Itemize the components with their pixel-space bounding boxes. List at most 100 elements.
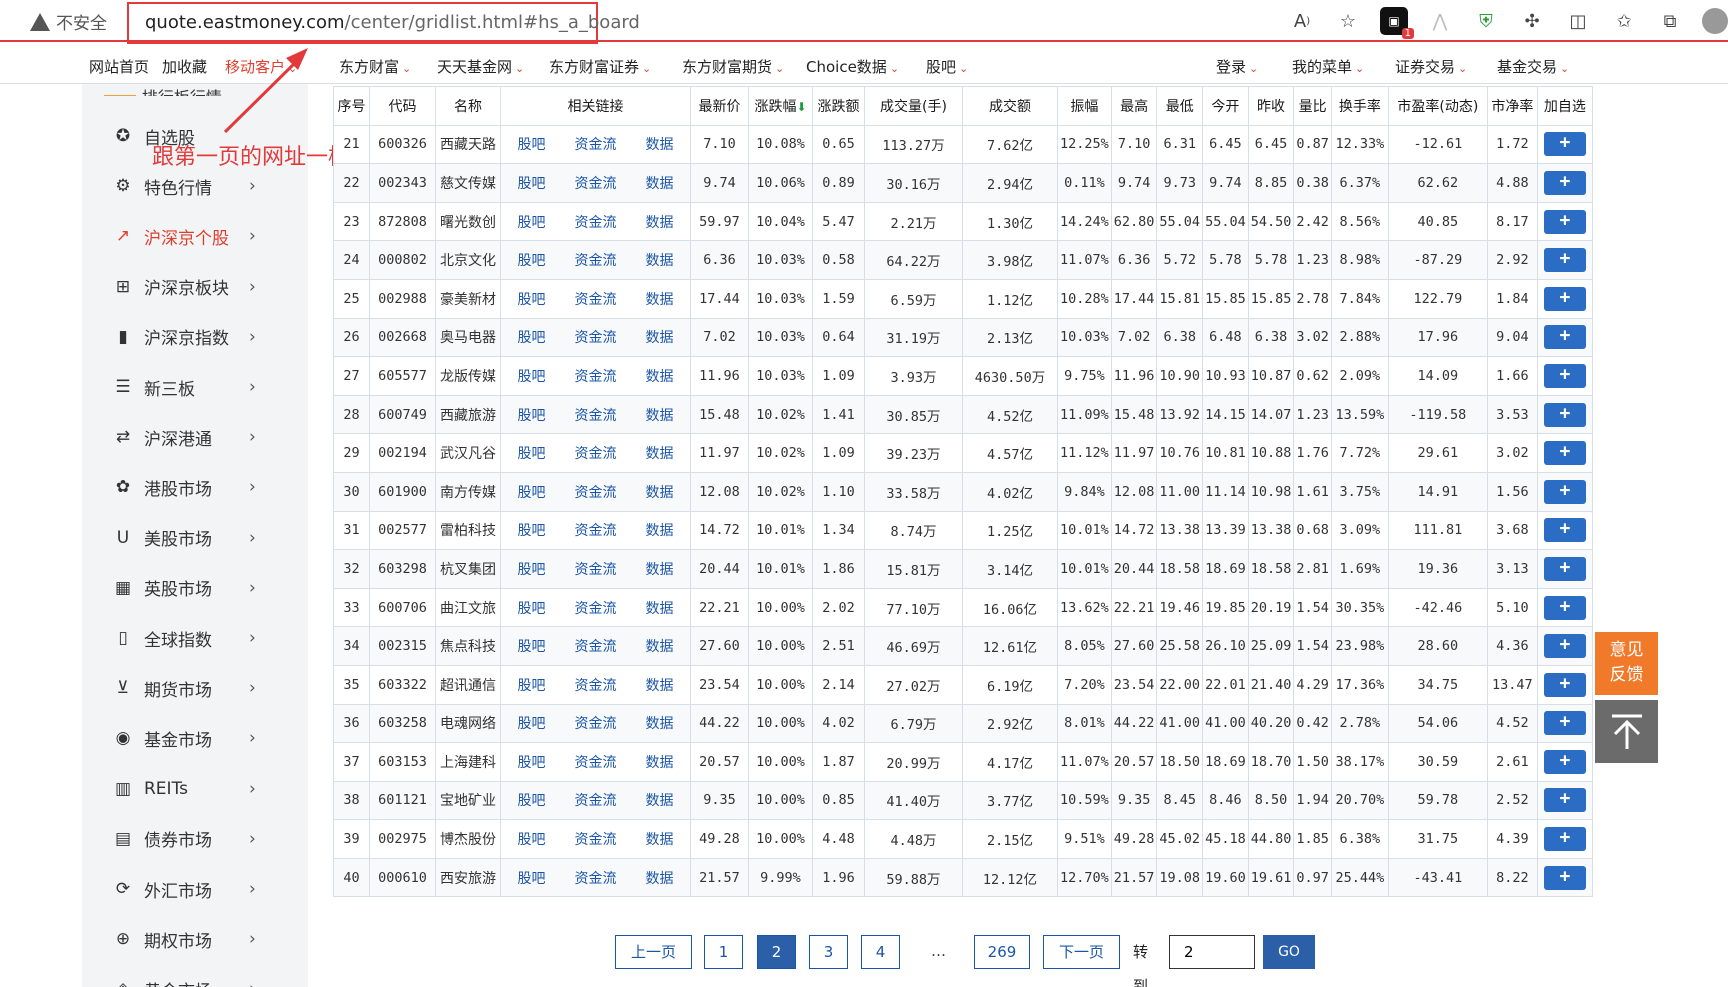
- fund-flow-link[interactable]: 资金流: [575, 598, 617, 618]
- add-watchlist-button[interactable]: +: [1543, 827, 1586, 852]
- column-header[interactable]: 成交额: [962, 86, 1058, 126]
- column-header[interactable]: 今开: [1202, 86, 1249, 126]
- sidebar-item[interactable]: ▦ 英股市场 ›: [82, 568, 308, 608]
- next-page-button[interactable]: 下一页: [1043, 935, 1120, 969]
- guba-link[interactable]: 股吧: [518, 520, 546, 540]
- fund-flow-link[interactable]: 资金流: [575, 790, 617, 810]
- data-link[interactable]: 数据: [646, 598, 674, 618]
- add-watchlist-button[interactable]: +: [1543, 325, 1586, 350]
- fund-flow-link[interactable]: 资金流: [575, 250, 617, 270]
- column-header[interactable]: 涨跌额: [812, 86, 865, 126]
- data-link[interactable]: 数据: [646, 134, 674, 154]
- fund-flow-link[interactable]: 资金流: [575, 482, 617, 502]
- stock-code-link[interactable]: 002988: [369, 278, 436, 319]
- fund-flow-link[interactable]: 资金流: [575, 327, 617, 347]
- guba-link[interactable]: 股吧: [518, 212, 546, 232]
- nav-item[interactable]: 登录 ⌄: [1216, 56, 1258, 77]
- sidebar-item[interactable]: ⚙ 特色行情 ›: [82, 166, 308, 206]
- fund-flow-link[interactable]: 资金流: [575, 520, 617, 540]
- fund-flow-link[interactable]: 资金流: [575, 868, 617, 888]
- nav-item[interactable]: 东方财富 ⌄: [339, 56, 411, 77]
- data-link[interactable]: 数据: [646, 713, 674, 733]
- back-to-top-button[interactable]: [1595, 700, 1658, 763]
- sidebar-item[interactable]: ▤ 债券市场 ›: [82, 819, 308, 859]
- stock-name-link[interactable]: 西安旅游: [435, 857, 501, 898]
- nav-item[interactable]: 加收藏: [162, 56, 207, 77]
- sidebar-item[interactable]: ▮ 沪深京指数 ›: [82, 317, 308, 357]
- column-header[interactable]: 昨收: [1247, 86, 1295, 126]
- stock-code-link[interactable]: 603298: [369, 549, 436, 589]
- stock-name-link[interactable]: 西藏旅游: [435, 394, 501, 435]
- favorite-add-icon[interactable]: ☆: [1334, 7, 1362, 35]
- stock-name-link[interactable]: 曲江文旅: [435, 587, 501, 628]
- guba-link[interactable]: 股吧: [518, 713, 546, 733]
- data-link[interactable]: 数据: [646, 868, 674, 888]
- data-link[interactable]: 数据: [646, 675, 674, 695]
- sidebar-item[interactable]: ⊕ 期权市场 ›: [82, 919, 308, 959]
- nav-item[interactable]: 基金交易 ⌄: [1497, 56, 1569, 77]
- extension-icon[interactable]: ▣ 1: [1380, 7, 1414, 39]
- fund-flow-link[interactable]: 资金流: [575, 559, 617, 579]
- sidebar-item[interactable]: ⊞ 沪深京板块 ›: [82, 267, 308, 307]
- guba-link[interactable]: 股吧: [518, 250, 546, 270]
- add-watchlist-button[interactable]: +: [1543, 749, 1586, 774]
- fund-flow-link[interactable]: 资金流: [575, 289, 617, 309]
- data-link[interactable]: 数据: [646, 212, 674, 232]
- stock-name-link[interactable]: 慈文传媒: [435, 163, 501, 203]
- page-button-1[interactable]: 1: [704, 935, 743, 969]
- stock-code-link[interactable]: 002343: [369, 163, 436, 203]
- column-header[interactable]: 成交量(手): [864, 86, 963, 126]
- stock-name-link[interactable]: 超讯通信: [435, 664, 501, 705]
- fund-flow-link[interactable]: 资金流: [575, 443, 617, 463]
- fund-flow-link[interactable]: 资金流: [575, 405, 617, 425]
- add-watchlist-button[interactable]: +: [1543, 402, 1586, 427]
- nav-item[interactable]: Choice数据 ⌄: [806, 56, 899, 77]
- sidebar-item[interactable]: U 美股市场 ›: [82, 518, 308, 558]
- add-watchlist-button[interactable]: +: [1543, 441, 1586, 466]
- sidebar-item[interactable]: ◈ 黄金市场 ›: [82, 969, 308, 987]
- stock-code-link[interactable]: 002668: [369, 317, 436, 358]
- read-aloud-icon[interactable]: A): [1288, 7, 1316, 35]
- add-watchlist-button[interactable]: +: [1543, 672, 1586, 697]
- data-link[interactable]: 数据: [646, 289, 674, 309]
- fund-flow-link[interactable]: 资金流: [575, 134, 617, 154]
- add-watchlist-button[interactable]: +: [1543, 788, 1586, 813]
- guba-link[interactable]: 股吧: [518, 868, 546, 888]
- column-header[interactable]: 相关链接: [500, 86, 691, 126]
- add-watchlist-button[interactable]: +: [1543, 595, 1586, 620]
- stock-code-link[interactable]: 600326: [369, 124, 436, 165]
- sidebar-item[interactable]: ⟳ 外汇市场 ›: [82, 869, 308, 909]
- fund-flow-link[interactable]: 资金流: [575, 212, 617, 232]
- data-link[interactable]: 数据: [646, 443, 674, 463]
- data-link[interactable]: 数据: [646, 405, 674, 425]
- stock-name-link[interactable]: 雷柏科技: [435, 510, 501, 551]
- prev-page-button[interactable]: 上一页: [615, 935, 692, 969]
- column-header[interactable]: 市净率: [1486, 86, 1538, 126]
- nav-item[interactable]: 天天基金网 ⌄: [437, 56, 524, 77]
- data-link[interactable]: 数据: [646, 559, 674, 579]
- guba-link[interactable]: 股吧: [518, 327, 546, 347]
- guba-link[interactable]: 股吧: [518, 752, 546, 772]
- stock-code-link[interactable]: 872808: [369, 201, 436, 242]
- stock-name-link[interactable]: 杭叉集团: [435, 549, 501, 589]
- data-link[interactable]: 数据: [646, 752, 674, 772]
- nav-item[interactable]: 股吧 ⌄: [926, 56, 968, 77]
- data-link[interactable]: 数据: [646, 636, 674, 656]
- fund-flow-link[interactable]: 资金流: [575, 829, 617, 849]
- add-watchlist-button[interactable]: +: [1543, 865, 1586, 890]
- data-link[interactable]: 数据: [646, 482, 674, 502]
- guba-link[interactable]: 股吧: [518, 636, 546, 656]
- stock-code-link[interactable]: 603153: [369, 742, 436, 782]
- add-watchlist-button[interactable]: +: [1543, 634, 1586, 659]
- sidebar-item[interactable]: ▥ REITs ›: [82, 769, 308, 809]
- stock-name-link[interactable]: 豪美新材: [435, 278, 501, 319]
- data-link[interactable]: 数据: [646, 250, 674, 270]
- stock-name-link[interactable]: 龙版传媒: [435, 356, 501, 396]
- add-watchlist-button[interactable]: +: [1543, 248, 1586, 273]
- fund-flow-link[interactable]: 资金流: [575, 752, 617, 772]
- guba-link[interactable]: 股吧: [518, 790, 546, 810]
- collections-icon[interactable]: ⧉: [1656, 7, 1684, 35]
- favorites-icon[interactable]: ✩: [1610, 7, 1638, 35]
- guba-link[interactable]: 股吧: [518, 405, 546, 425]
- data-link[interactable]: 数据: [646, 829, 674, 849]
